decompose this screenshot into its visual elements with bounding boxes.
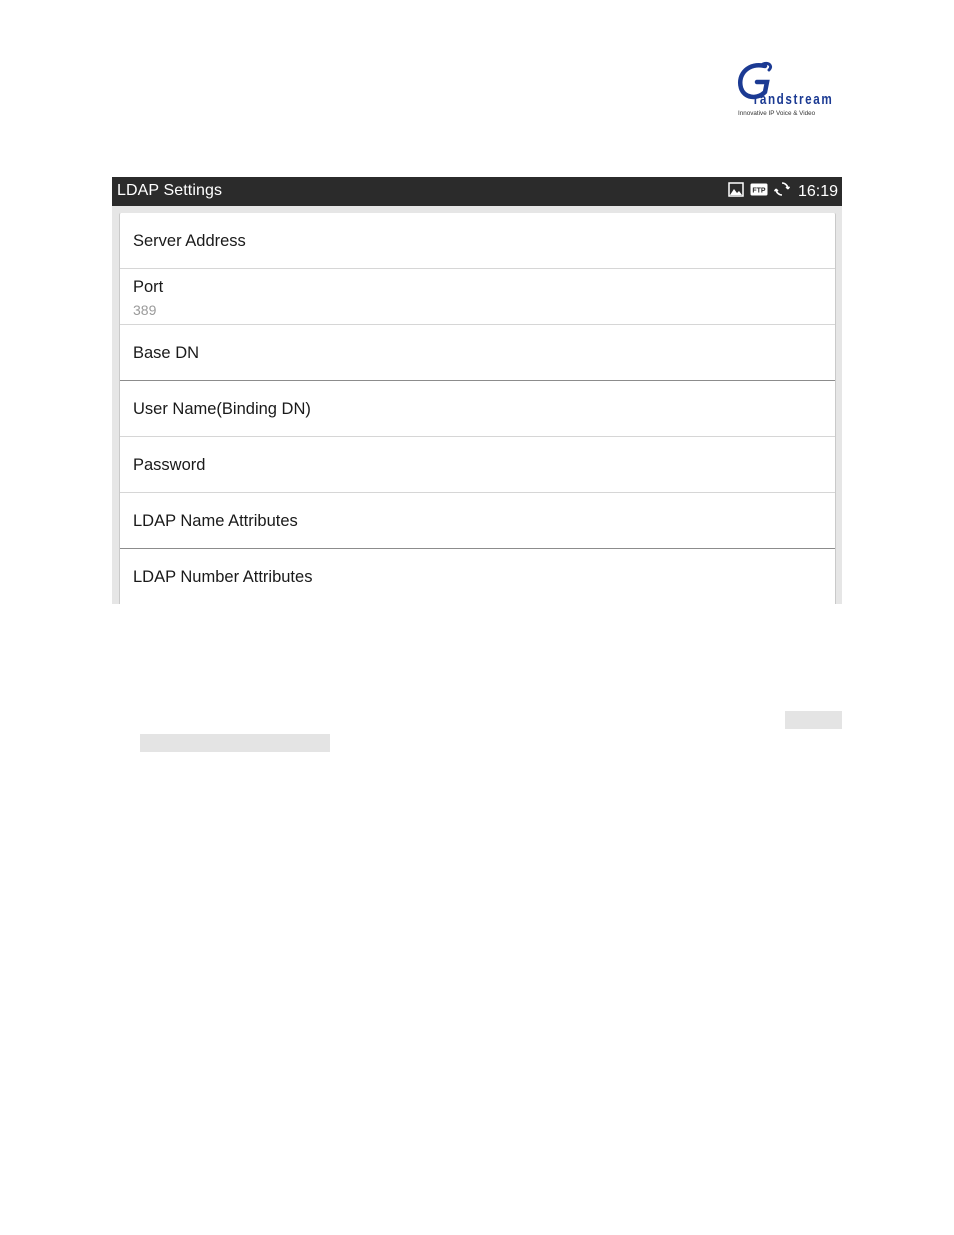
setting-value: 389 — [133, 302, 157, 318]
clock: 16:19 — [797, 182, 838, 200]
setting-password[interactable]: Password — [120, 437, 835, 493]
setting-label: Port — [133, 278, 164, 296]
grandstream-logo: randstream Innovative IP Voice & Video — [735, 60, 835, 120]
ldap-settings-screen: LDAP Settings FTP 16:19 Server Address P… — [112, 177, 842, 604]
settings-list: Server Address Port 389 Base DN User Nam… — [119, 213, 836, 604]
sync-icon — [773, 181, 791, 202]
highlight-block — [785, 711, 842, 729]
setting-user-name[interactable]: User Name(Binding DN) — [120, 381, 835, 437]
setting-label: LDAP Number Attributes — [133, 568, 313, 586]
status-icons: FTP 16:19 — [728, 181, 838, 202]
setting-port[interactable]: Port 389 — [120, 269, 835, 325]
setting-label: User Name(Binding DN) — [133, 400, 311, 418]
setting-server-address[interactable]: Server Address — [120, 213, 835, 269]
image-icon — [728, 181, 744, 202]
setting-label: Password — [133, 456, 206, 474]
highlight-block — [140, 734, 330, 752]
setting-label: Server Address — [133, 232, 246, 250]
setting-name-attributes[interactable]: LDAP Name Attributes — [120, 493, 835, 549]
svg-text:Innovative IP Voice & Video: Innovative IP Voice & Video — [738, 110, 816, 117]
setting-label: Base DN — [133, 344, 200, 362]
setting-number-attributes[interactable]: LDAP Number Attributes — [120, 549, 835, 604]
screen-title: LDAP Settings — [117, 182, 223, 199]
svg-text:FTP: FTP — [752, 187, 766, 194]
svg-text:randstream: randstream — [754, 91, 832, 108]
ftp-icon: FTP — [750, 183, 768, 201]
setting-base-dn[interactable]: Base DN — [120, 325, 835, 381]
status-bar: LDAP Settings FTP 16:19 — [112, 177, 842, 206]
setting-label: LDAP Name Attributes — [133, 512, 298, 530]
